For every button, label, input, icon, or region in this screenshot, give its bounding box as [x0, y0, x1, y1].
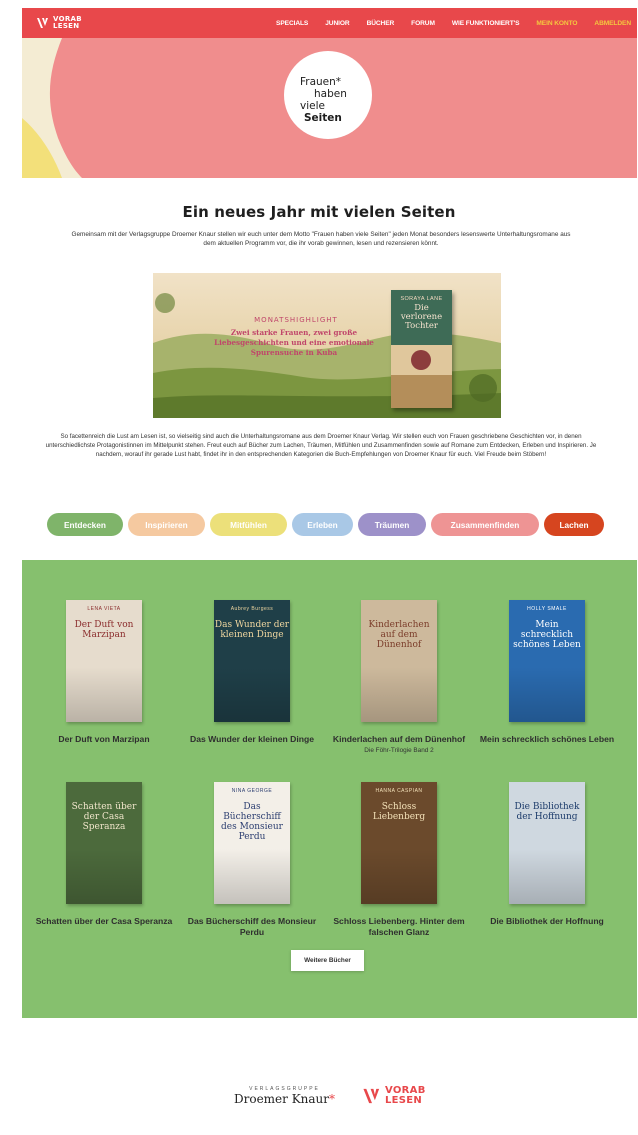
hero-title: Frauen* haben viele Seiten [300, 76, 370, 124]
publisher-star: * [329, 1092, 336, 1106]
book-cover[interactable]: HOLLY SMALE Mein schrecklich schönes Lebe… [509, 600, 585, 722]
book-cover-title: Kinderlachen auf dem Dünenhof [368, 620, 430, 650]
book-cover-title: Das Bücherschiff des Monsieur Perdu [221, 802, 283, 842]
banner-kicker: MONATSHIGHLIGHT [254, 316, 338, 324]
book-card[interactable]: LENA VIETA Der Duft von Marzipan Der Duft … [29, 600, 179, 745]
book-card[interactable]: Kinderlachen auf dem Dünenhof Kinderlache… [324, 600, 474, 754]
category-filter: Entdecken Inspirieren Mitfühlen Erleben Träu… [47, 513, 609, 536]
page: VORAB LESEN SPECIALS JUNIOR BÜCHER FORUM WIE… [0, 0, 638, 1135]
book-cover[interactable]: LENA VIETA Der Duft von Marzipan [66, 600, 142, 722]
book-cover-shade [66, 667, 142, 722]
book-title[interactable]: Mein schrecklich schönes Leben [472, 734, 622, 745]
logo-mark-icon [37, 18, 48, 28]
intro-text: Gemeinsam mit der Verlagsgruppe Droemer … [71, 231, 571, 247]
banner-cover-author: SORAYA LANE [400, 296, 443, 302]
book-cover-author: Aubrey Burgess [230, 606, 274, 612]
book-cover[interactable]: HANNA CASPIAN Schloss Liebenberg [361, 782, 437, 904]
hero-banner: Frauen* haben viele Seiten [22, 38, 637, 178]
nav-link-abmelden[interactable]: ABMELDEN [594, 20, 631, 27]
book-title[interactable]: Schatten über der Casa Speranza [29, 916, 179, 927]
book-cover-author: HANNA CASPIAN [375, 788, 423, 794]
monthly-highlight-banner[interactable]: MONATSHIGHLIGHT Zwei starke Frauen, zwei… [153, 273, 501, 418]
book-cover-shade [214, 667, 290, 722]
book-cover-title: Mein schrecklich schönes Leben [513, 620, 581, 650]
book-card[interactable]: HANNA CASPIAN Schloss Liebenberg Schloss L… [324, 782, 474, 937]
nav-link-junior[interactable]: JUNIOR [325, 20, 349, 27]
category-pill-erleben[interactable]: Erleben [292, 513, 353, 536]
category-pill-mitfühlen[interactable]: Mitfühlen [210, 513, 287, 536]
book-cover-author: LENA VIETA [87, 606, 121, 612]
book-card[interactable]: NINA GEORGE Das Bücherschiff des Monsieur… [177, 782, 327, 937]
footer-logo-text: VORAB LESEN [385, 1086, 435, 1106]
banner-book-cover: SORAYA LANE Die verlorene Tochter [391, 290, 452, 408]
book-card[interactable]: Die Bibliothek der Hoffnung Die Bibliothe… [472, 782, 622, 927]
category-pill-entdecken[interactable]: Entdecken [47, 513, 123, 536]
book-cover-title: Schatten über der Casa Speranza [71, 802, 137, 832]
nav-link-mein-konto[interactable]: MEIN KONTO [536, 20, 577, 27]
book-cover-shade [361, 849, 437, 904]
book-cover-title: Die Bibliothek der Hoffnung [514, 802, 580, 822]
book-card[interactable]: Aubrey Burgess Das Wunder der kleinen Din… [177, 600, 327, 745]
book-title[interactable]: Der Duft von Marzipan [29, 734, 179, 745]
vorab-lesen-logo[interactable]: VORAB LESEN [36, 16, 89, 30]
more-books-button[interactable]: Weitere Bücher [291, 950, 364, 971]
logo-text: VORAB LESEN [53, 16, 89, 30]
book-cover-author: NINA GEORGE [231, 788, 273, 794]
book-title[interactable]: Schloss Liebenberg. Hinter dem falschen … [324, 916, 474, 937]
top-navigation: VORAB LESEN SPECIALS JUNIOR BÜCHER FORUM WIE… [22, 8, 637, 38]
book-card[interactable]: HOLLY SMALE Mein schrecklich schönes Lebe… [472, 600, 622, 745]
publisher-name: Droemer Knaur [233, 1092, 330, 1106]
category-pill-zusammenfinden[interactable]: Zusammenfinden [431, 513, 539, 536]
book-cover[interactable]: Die Bibliothek der Hoffnung [509, 782, 585, 904]
category-pill-träumen[interactable]: Träumen [358, 513, 426, 536]
hero-line-1: Frauen* [300, 76, 342, 88]
hero-line-4: Seiten [304, 112, 342, 124]
book-cover-title: Der Duft von Marzipan [74, 620, 134, 640]
publisher-name-line: Droemer Knaur* [227, 1092, 342, 1106]
main-menu: SPECIALS JUNIOR BÜCHER FORUM WIE FUNKTIONIER… [259, 8, 631, 38]
nav-link-specials[interactable]: SPECIALS [276, 20, 308, 27]
book-title[interactable]: Kinderlachen auf dem Dünenhof [324, 734, 474, 745]
banner-text: Zwei starke Frauen, zwei große Liebesges… [214, 328, 374, 357]
book-title[interactable]: Die Bibliothek der Hoffnung [472, 916, 622, 927]
category-pill-inspirieren[interactable]: Inspirieren [128, 513, 205, 536]
book-cover-shade [66, 849, 142, 904]
hero-line-2: haben [314, 88, 347, 100]
book-cover[interactable]: Aubrey Burgess Das Wunder der kleinen Din… [214, 600, 290, 722]
footer-logo-line-2: LESEN [385, 1095, 423, 1106]
book-cover-author: HOLLY SMALE [527, 606, 567, 612]
banner-cover-title: Die verlorene Tochter [400, 303, 443, 331]
book-subtitle: Die Föhr-Trilogie Band 2 [364, 746, 434, 754]
hero-line-3: viele [300, 100, 325, 112]
book-cover-shade [214, 849, 290, 904]
book-cover[interactable]: Kinderlachen auf dem Dünenhof [361, 600, 437, 722]
footer-logo-mark-icon [363, 1088, 380, 1104]
nav-link-forum[interactable]: FORUM [411, 20, 435, 27]
book-cover-title: Schloss Liebenberg [372, 802, 426, 822]
book-title[interactable]: Das Wunder der kleinen Dinge [177, 734, 327, 745]
book-cover-shade [361, 667, 437, 722]
nav-link-wie-funktioniert-s[interactable]: WIE FUNKTIONIERT'S [452, 20, 520, 27]
book-cover[interactable]: Schatten über der Casa Speranza [66, 782, 142, 904]
droemer-knaur-logo[interactable]: VERLAGSGRUPPE Droemer Knaur* [227, 1086, 342, 1106]
book-title[interactable]: Das Bücherschiff des Monsieur Perdu [177, 916, 327, 937]
book-cover-title: Das Wunder der kleinen Dinge [214, 620, 290, 640]
logo-line-2: LESEN [53, 22, 80, 30]
book-cover[interactable]: NINA GEORGE Das Bücherschiff des Monsieur… [214, 782, 290, 904]
category-pill-lachen[interactable]: Lachen [544, 513, 604, 536]
book-cover-shade [509, 667, 585, 722]
book-cover-shade [509, 849, 585, 904]
page-headline: Ein neues Jahr mit vielen Seiten [182, 203, 456, 221]
book-card[interactable]: Schatten über der Casa Speranza Schatten … [29, 782, 179, 927]
nav-link-bücher[interactable]: BÜCHER [367, 20, 395, 27]
footer-vorab-lesen-logo[interactable]: VORAB LESEN [362, 1086, 435, 1106]
description-text: So facettenreich die Lust am Lesen ist, … [45, 433, 597, 458]
